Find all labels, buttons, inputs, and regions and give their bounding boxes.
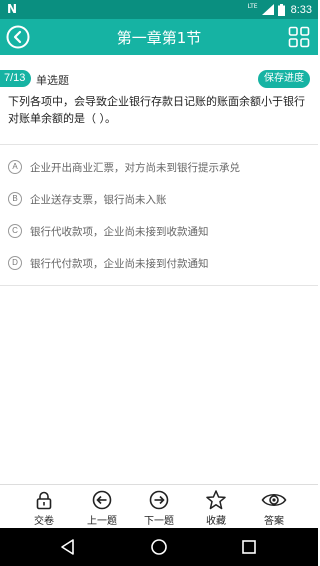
tab-label: 答案 bbox=[264, 516, 284, 527]
status-icons: LTE 8:33 bbox=[248, 2, 312, 17]
option-letter: A bbox=[8, 160, 22, 174]
previous-question-button[interactable]: 上一题 bbox=[72, 485, 132, 529]
option-text: 企业开出商业汇票，对方尚未到银行提示承兑 bbox=[30, 161, 240, 174]
tab-label: 上一题 bbox=[87, 516, 117, 527]
question-text: 下列各项中，会导致企业银行存款日记账的账面余额小于银行对账单余额的是（ ）。 bbox=[8, 95, 305, 125]
option-letter: B bbox=[8, 192, 22, 206]
recents-square-icon[interactable] bbox=[240, 538, 258, 556]
bottom-toolbar: 交卷 上一题 下一题 收藏 答案 bbox=[0, 484, 318, 528]
signal-icon bbox=[261, 4, 274, 15]
option-d[interactable]: D 银行代付款项，企业尚未接到付款通知 bbox=[8, 253, 312, 273]
lock-icon bbox=[36, 491, 52, 510]
answer-button[interactable]: 答案 bbox=[244, 485, 304, 529]
next-question-button[interactable]: 下一题 bbox=[129, 485, 189, 529]
option-letter: D bbox=[8, 256, 22, 270]
option-text: 银行代付款项，企业尚未接到付款通知 bbox=[30, 257, 209, 270]
question-header: 7/13 单选题 保存进度 bbox=[0, 69, 318, 89]
favorite-button[interactable]: 收藏 bbox=[186, 485, 246, 529]
star-icon bbox=[206, 490, 226, 510]
divider bbox=[0, 285, 318, 286]
arrow-left-circle-icon bbox=[92, 490, 112, 510]
option-text: 企业送存支票，银行尚未入账 bbox=[30, 193, 167, 206]
page-title: 第一章第1节 bbox=[116, 29, 202, 47]
option-a[interactable]: A 企业开出商业汇票，对方尚未到银行提示承兑 bbox=[8, 157, 312, 177]
home-circle-icon[interactable] bbox=[150, 538, 168, 556]
eye-icon bbox=[261, 493, 287, 507]
option-letter: C bbox=[8, 224, 22, 238]
question-grid-button[interactable] bbox=[288, 26, 310, 48]
status-bar: N LTE 8:33 bbox=[0, 0, 318, 19]
progress-badge: 7/13 bbox=[0, 70, 32, 87]
system-nav-bar bbox=[0, 528, 318, 566]
question-type: 单选题 bbox=[36, 74, 69, 87]
circle-back-icon bbox=[6, 25, 30, 49]
tab-label: 收藏 bbox=[206, 516, 226, 527]
option-text: 银行代收款项，企业尚未接到收款通知 bbox=[30, 225, 209, 238]
app-bar: 第一章第1节 bbox=[0, 19, 318, 55]
back-triangle-icon[interactable] bbox=[59, 538, 77, 556]
grid-icon bbox=[288, 26, 310, 48]
battery-icon bbox=[277, 3, 285, 16]
divider bbox=[0, 144, 318, 145]
tab-label: 下一题 bbox=[144, 516, 174, 527]
submit-button[interactable]: 交卷 bbox=[14, 485, 74, 529]
back-button[interactable] bbox=[6, 25, 30, 49]
clock: 8:33 bbox=[290, 3, 312, 16]
network-type: LTE bbox=[247, 3, 258, 10]
n-logo-icon: N bbox=[7, 2, 18, 16]
arrow-right-circle-icon bbox=[149, 490, 169, 510]
tab-label: 交卷 bbox=[34, 516, 54, 527]
save-progress-button[interactable]: 保存进度 bbox=[258, 70, 310, 88]
option-b[interactable]: B 企业送存支票，银行尚未入账 bbox=[8, 189, 312, 209]
option-c[interactable]: C 银行代收款项，企业尚未接到收款通知 bbox=[8, 221, 312, 241]
